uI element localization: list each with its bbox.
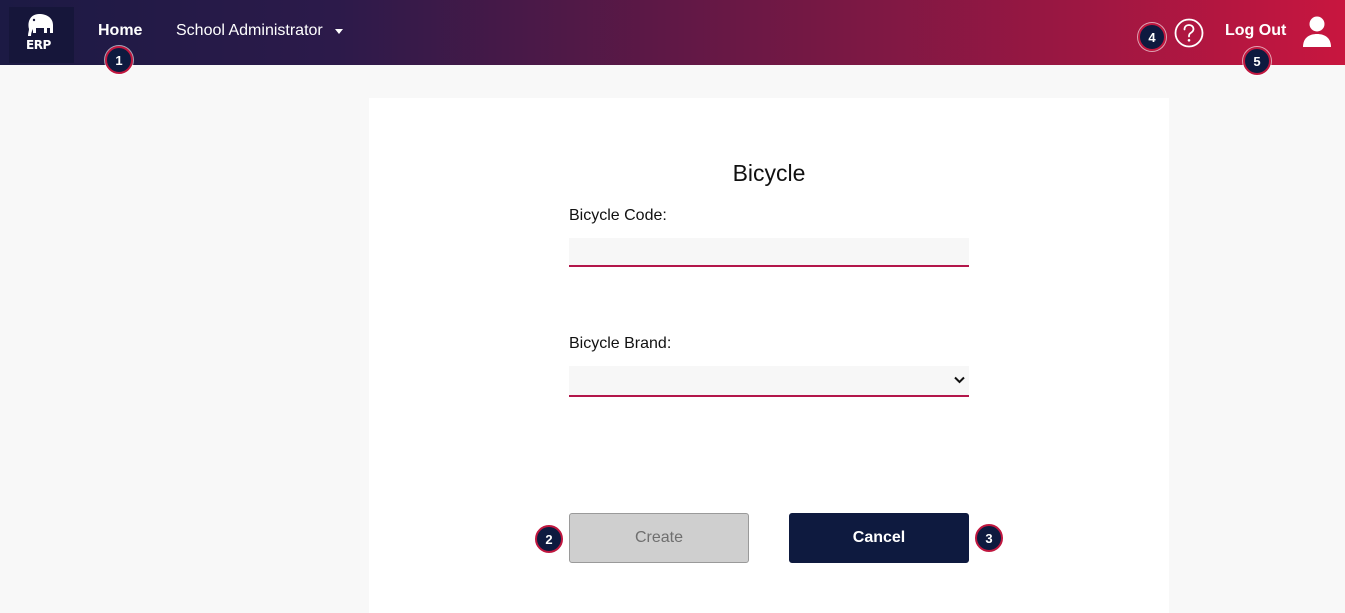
page-title: Bicycle (732, 160, 806, 186)
step-marker-1: 1 (105, 46, 133, 74)
help-icon[interactable] (1174, 18, 1204, 48)
step-marker-2: 2 (535, 525, 563, 553)
logo-text: ERP (26, 38, 51, 52)
chevron-down-icon (954, 376, 965, 384)
create-button[interactable]: Create (569, 513, 749, 563)
step-marker-3: 3 (975, 524, 1003, 552)
bicycle-code-input[interactable] (569, 238, 969, 267)
caret-down-icon[interactable] (335, 29, 343, 34)
step-marker-4: 4 (1138, 23, 1166, 51)
erp-logo[interactable]: ERP (9, 7, 74, 63)
bicycle-brand-label: Bicycle Brand: (569, 335, 672, 352)
nav-home-link[interactable]: Home (98, 22, 142, 40)
step-marker-5: 5 (1243, 47, 1271, 75)
cancel-button[interactable]: Cancel (789, 513, 969, 563)
nav-school-administrator-dropdown[interactable]: School Administrator (176, 22, 323, 40)
bicycle-brand-select[interactable] (569, 366, 969, 397)
bicycle-code-label: Bicycle Code: (569, 207, 667, 224)
logout-link[interactable]: Log Out (1225, 22, 1286, 40)
elephant-logo-icon (28, 14, 53, 36)
user-icon[interactable] (1302, 16, 1332, 48)
